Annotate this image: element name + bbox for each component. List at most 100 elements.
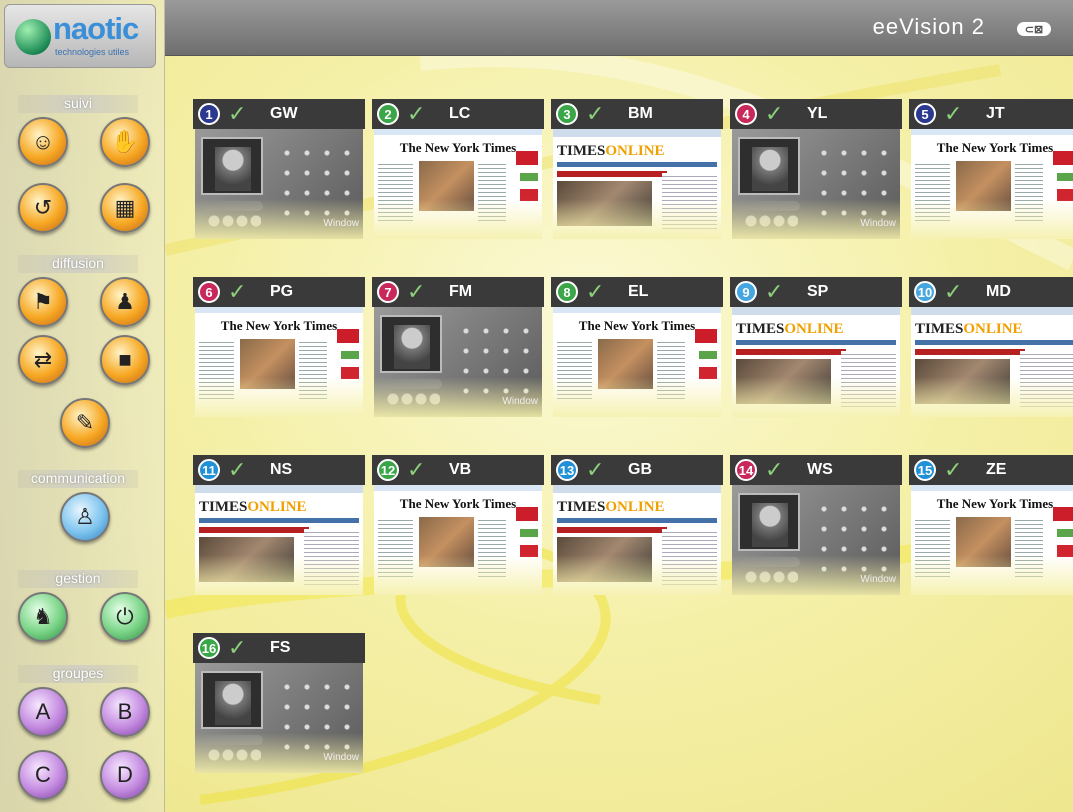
station-tile-9[interactable]: 9 ✓ SP TIMESONLINE bbox=[730, 277, 902, 435]
checkmark-icon[interactable]: ✓ bbox=[407, 101, 431, 127]
station-number-badge: 12 bbox=[377, 459, 399, 481]
sidebar-section-suivi: suivi ☺ ✋ ↺ ▦ bbox=[18, 95, 163, 233]
group-d-icon: D bbox=[117, 762, 133, 787]
station-user-code: ZE bbox=[986, 461, 1007, 478]
top-bar: eeVision 2 ⊂⊠ bbox=[165, 0, 1073, 56]
station-tile-1[interactable]: 1 ✓ GW Window bbox=[193, 99, 365, 257]
station-screen-thumbnail: TIMESONLINE bbox=[553, 129, 721, 239]
checkmark-icon[interactable]: ✓ bbox=[228, 279, 252, 305]
station-screen-thumbnail: Window bbox=[195, 663, 363, 773]
station-header: 8 ✓ EL bbox=[551, 277, 723, 307]
checkmark-icon[interactable]: ✓ bbox=[407, 457, 431, 483]
exit-button[interactable]: ⊂⊠ bbox=[1017, 22, 1051, 36]
station-tile-5[interactable]: 5 ✓ JT The New York Times bbox=[909, 99, 1073, 257]
station-screen-thumbnail: The New York Times bbox=[911, 485, 1073, 595]
people-talk-button[interactable]: ♙ bbox=[60, 492, 110, 542]
logo-text: naotic bbox=[53, 11, 139, 46]
checkmark-icon[interactable]: ✓ bbox=[765, 101, 789, 127]
section-label: communication bbox=[18, 470, 138, 488]
station-user-code: NS bbox=[270, 461, 293, 478]
station-tile-2[interactable]: 2 ✓ LC The New York Times bbox=[372, 99, 544, 257]
group-d-button[interactable]: D bbox=[100, 750, 150, 800]
checkmark-icon[interactable]: ✓ bbox=[944, 279, 968, 305]
checkmark-icon[interactable]: ✓ bbox=[944, 457, 968, 483]
window-share-button[interactable]: ⇄ bbox=[18, 335, 68, 385]
station-screen-thumbnail: The New York Times bbox=[911, 129, 1073, 239]
station-screen-thumbnail: The New York Times bbox=[374, 485, 542, 595]
station-user-code: GW bbox=[270, 105, 298, 122]
document-button[interactable]: ✎ bbox=[60, 398, 110, 448]
station-tile-8[interactable]: 8 ✓ EL The New York Times bbox=[551, 277, 723, 435]
station-tile-11[interactable]: 11 ✓ NS TIMESONLINE bbox=[193, 455, 365, 613]
station-tile-10[interactable]: 10 ✓ MD TIMESONLINE bbox=[909, 277, 1073, 435]
station-number-badge: 10 bbox=[914, 281, 936, 303]
station-user-code: LC bbox=[449, 105, 471, 122]
checkmark-icon[interactable]: ✓ bbox=[586, 457, 610, 483]
station-tile-14[interactable]: 14 ✓ WS Window bbox=[730, 455, 902, 613]
sidebar-section-diffusion: diffusion ⚑ ♟ ⇄ ■ ✎ bbox=[18, 255, 163, 448]
station-screen-thumbnail: TIMESONLINE bbox=[911, 307, 1073, 417]
station-user-code: SP bbox=[807, 283, 829, 300]
checkmark-icon[interactable]: ✓ bbox=[407, 279, 431, 305]
station-header: 14 ✓ WS bbox=[730, 455, 902, 485]
station-tile-12[interactable]: 12 ✓ VB The New York Times bbox=[372, 455, 544, 613]
station-number-badge: 1 bbox=[198, 103, 220, 125]
naotic-logo: naotic technologies utiles bbox=[4, 4, 156, 68]
checkmark-icon[interactable]: ✓ bbox=[586, 101, 610, 127]
checkmark-icon[interactable]: ✓ bbox=[765, 457, 789, 483]
station-user-code: YL bbox=[807, 105, 828, 122]
station-header: 16 ✓ FS bbox=[193, 633, 365, 663]
window-share-icon: ⇄ bbox=[33, 347, 53, 372]
teacher-button[interactable]: ♟ bbox=[100, 277, 150, 327]
station-header: 10 ✓ MD bbox=[909, 277, 1073, 307]
hand-button[interactable]: ✋ bbox=[100, 117, 150, 167]
station-header: 5 ✓ JT bbox=[909, 99, 1073, 129]
station-tile-7[interactable]: 7 ✓ FM Window bbox=[372, 277, 544, 435]
people-talk-icon: ♙ bbox=[75, 504, 95, 529]
station-number-badge: 9 bbox=[735, 281, 757, 303]
section-label: diffusion bbox=[18, 255, 138, 273]
station-number-badge: 2 bbox=[377, 103, 399, 125]
teacher-icon: ♟ bbox=[115, 289, 135, 314]
sidebar-section-communication: communication ♙ bbox=[18, 470, 163, 542]
station-screen-thumbnail: TIMESONLINE bbox=[553, 485, 721, 595]
windows-brand: Window bbox=[502, 396, 538, 407]
history-button[interactable]: ↺ bbox=[18, 183, 68, 233]
nyt-masthead: The New York Times bbox=[936, 496, 1054, 511]
grid-button[interactable]: ▦ bbox=[100, 183, 150, 233]
station-tile-4[interactable]: 4 ✓ YL Window bbox=[730, 99, 902, 257]
windows-brand: Window bbox=[323, 218, 359, 229]
section-label: suivi bbox=[18, 95, 138, 113]
checkmark-icon[interactable]: ✓ bbox=[944, 101, 968, 127]
checkmark-icon[interactable]: ✓ bbox=[228, 457, 252, 483]
sidebar: naotic technologies utiles suivi ☺ ✋ ↺ ▦ diff… bbox=[0, 0, 165, 812]
station-user-code: JT bbox=[986, 105, 1005, 122]
station-tile-16[interactable]: 16 ✓ FS Window bbox=[193, 633, 365, 791]
presenter-button[interactable]: ⚑ bbox=[18, 277, 68, 327]
group-a-button[interactable]: A bbox=[18, 687, 68, 737]
station-tile-3[interactable]: 3 ✓ BM TIMESONLINE bbox=[551, 99, 723, 257]
times-logo: TIMESONLINE bbox=[915, 321, 1023, 337]
station-screen-thumbnail: Window bbox=[374, 307, 542, 417]
document-icon: ✎ bbox=[75, 410, 95, 435]
station-tile-6[interactable]: 6 ✓ PG The New York Times bbox=[193, 277, 365, 435]
station-screen-thumbnail: TIMESONLINE bbox=[195, 485, 363, 595]
screen-button[interactable]: ■ bbox=[100, 335, 150, 385]
power-user-button[interactable]: ⏻ bbox=[100, 592, 150, 642]
face-button[interactable]: ☺ bbox=[18, 117, 68, 167]
group-c-button[interactable]: C bbox=[18, 750, 68, 800]
group-icon: ♞ bbox=[33, 604, 53, 629]
checkmark-icon[interactable]: ✓ bbox=[228, 101, 252, 127]
sidebar-section-groupes: groupes A B C D bbox=[18, 665, 163, 800]
checkmark-icon[interactable]: ✓ bbox=[228, 635, 252, 661]
station-tile-15[interactable]: 15 ✓ ZE The New York Times bbox=[909, 455, 1073, 613]
times-logo: TIMESONLINE bbox=[199, 499, 307, 515]
group-b-button[interactable]: B bbox=[100, 687, 150, 737]
group-button[interactable]: ♞ bbox=[18, 592, 68, 642]
checkmark-icon[interactable]: ✓ bbox=[765, 279, 789, 305]
station-number-badge: 4 bbox=[735, 103, 757, 125]
station-user-code: EL bbox=[628, 283, 649, 300]
station-tile-13[interactable]: 13 ✓ GB TIMESONLINE bbox=[551, 455, 723, 613]
windows-brand: Window bbox=[860, 218, 896, 229]
checkmark-icon[interactable]: ✓ bbox=[586, 279, 610, 305]
